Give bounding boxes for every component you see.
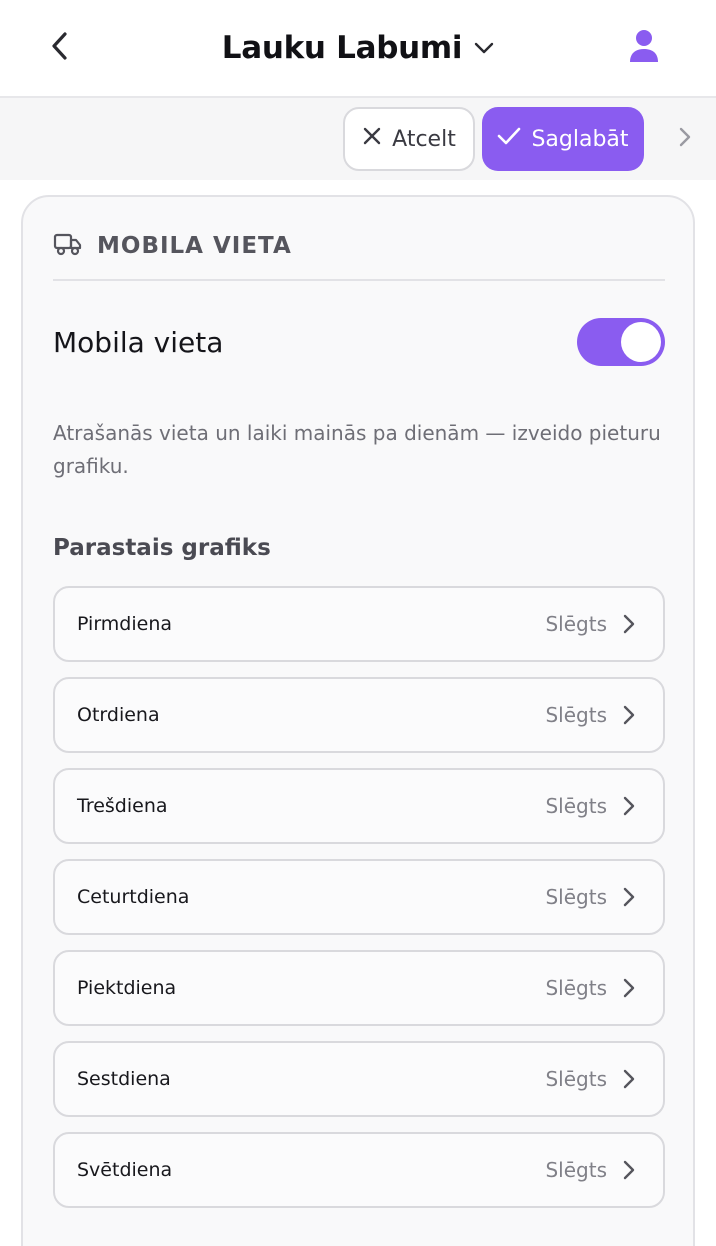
close-icon [362,126,382,152]
day-status: Slēgts [545,1158,607,1182]
save-label: Saglabāt [531,126,629,152]
day-status: Slēgts [545,885,607,909]
schedule-list: Pirmdiena Slēgts Otrdiena Slēgts Trešdie… [53,586,665,1208]
day-status: Slēgts [545,1067,607,1091]
day-name: Svētdiena [77,1159,173,1181]
section-title: MOBILA VIETA [97,233,292,259]
chevron-right-icon [623,796,635,816]
day-status: Slēgts [545,703,607,727]
business-switcher[interactable]: Lauku Labumi [0,26,716,70]
profile-button[interactable] [624,28,664,68]
day-row-thursday[interactable]: Ceturtdiena Slēgts [53,859,665,935]
day-name: Pirmdiena [77,613,173,635]
day-name: Trešdiena [77,795,168,817]
day-row-wednesday[interactable]: Trešdiena Slēgts [53,768,665,844]
mobile-location-description: Atrašanās vieta un laiki mainās pa dienā… [53,421,661,478]
day-name: Piektdiena [77,977,177,999]
chevron-right-icon [679,127,691,151]
cancel-label: Atcelt [392,126,456,152]
day-name: Otrdiena [77,704,160,726]
day-status: Slēgts [545,794,607,818]
truck-icon [53,232,83,260]
user-icon [629,29,659,67]
day-row-sunday[interactable]: Svētdiena Slēgts [53,1132,665,1208]
chevron-down-icon [474,42,494,54]
chevron-right-icon [623,1069,635,1089]
toggle-knob [621,322,661,362]
page: Lauku Labumi Atcelt Saglabāt MOBILA VIET… [0,0,716,1246]
top-bar: Lauku Labumi [0,0,716,98]
day-name: Ceturtdiena [77,886,190,908]
day-row-monday[interactable]: Pirmdiena Slēgts [53,586,665,662]
schedule-heading: Parastais grafiks [53,535,271,561]
page-title: Lauku Labumi [221,30,463,66]
mobile-location-row: Mobila vieta [53,315,665,369]
check-icon [497,126,521,152]
chevron-right-icon [623,614,635,634]
section-header: MOBILA VIETA [53,227,665,281]
mobile-location-toggle[interactable] [577,318,665,366]
day-row-saturday[interactable]: Sestdiena Slēgts [53,1041,665,1117]
day-status: Slēgts [545,612,607,636]
action-toolbar: Atcelt Saglabāt [0,98,716,180]
day-row-friday[interactable]: Piektdiena Slēgts [53,950,665,1026]
day-name: Sestdiena [77,1068,171,1090]
chevron-right-icon [623,978,635,998]
chevron-right-icon [623,705,635,725]
day-status: Slēgts [545,976,607,1000]
save-button[interactable]: Saglabāt [482,107,644,171]
toolbar-scroll-right-button[interactable] [670,123,700,155]
chevron-right-icon [623,1160,635,1180]
cancel-button[interactable]: Atcelt [343,107,475,171]
mobile-location-card: MOBILA VIETA Mobila vieta Atrašanās viet… [21,195,695,1246]
chevron-right-icon [623,887,635,907]
day-row-tuesday[interactable]: Otrdiena Slēgts [53,677,665,753]
mobile-location-label: Mobila vieta [53,325,224,359]
